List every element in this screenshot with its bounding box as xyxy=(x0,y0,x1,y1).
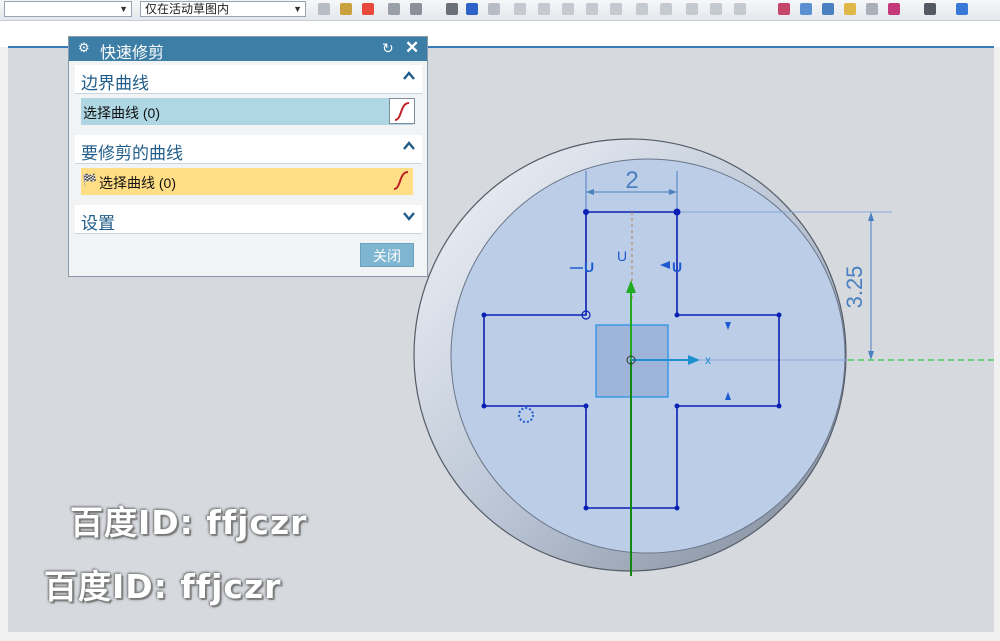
close-button[interactable]: 关闭 xyxy=(360,243,414,267)
curve-select-button[interactable] xyxy=(389,168,415,194)
dimension-arrow xyxy=(868,212,874,221)
curve-icon xyxy=(394,102,410,121)
dialog-title-bar[interactable]: ⚙ 快速修剪 ↻ ✕ xyxy=(69,37,427,62)
parallel-constraint-icon[interactable]: U xyxy=(584,259,594,275)
dimension-width-label[interactable]: 2 xyxy=(625,167,638,194)
watermark: 百度ID: ffjczr xyxy=(70,503,308,542)
select-curves-to-trim[interactable]: 🏁 选择曲线 (0) xyxy=(81,168,413,195)
chevron-up-icon[interactable] xyxy=(402,69,416,83)
section-boundary-curves[interactable]: 边界曲线 xyxy=(75,65,422,94)
section-title: 设置 xyxy=(81,214,115,233)
gear-icon: ⚙ xyxy=(78,40,90,55)
select-curve-label: 选择曲线 (0) xyxy=(99,175,176,191)
curve-icon xyxy=(393,171,409,190)
dialog-title: 快速修剪 xyxy=(100,45,165,62)
curve-select-button[interactable] xyxy=(389,98,415,124)
dimension-height-label[interactable]: 3.25 xyxy=(842,266,867,309)
section-title: 要修剪的曲线 xyxy=(81,144,183,163)
y-axis-label: U xyxy=(617,248,627,264)
reset-icon[interactable]: ↻ xyxy=(382,40,394,57)
section-settings[interactable]: 设置 xyxy=(75,205,422,234)
x-axis-label: x xyxy=(705,353,711,367)
select-boundary-curves[interactable]: 选择曲线 (0) xyxy=(81,98,415,125)
flag-icon: 🏁 xyxy=(82,173,97,187)
section-curves-to-trim[interactable]: 要修剪的曲线 xyxy=(75,135,422,164)
quick-trim-dialog: ⚙ 快速修剪 ↻ ✕ 边界曲线 选择曲线 (0) 要修剪的曲线 🏁 选择曲线 (… xyxy=(68,36,428,277)
select-curve-label: 选择曲线 (0) xyxy=(83,105,160,121)
watermark: 百度ID: ffjczr xyxy=(44,567,282,606)
chevron-up-icon[interactable] xyxy=(402,139,416,153)
close-icon[interactable]: ✕ xyxy=(405,38,419,58)
dimension-arrow xyxy=(868,351,874,360)
chevron-down-icon[interactable] xyxy=(402,209,416,223)
section-title: 边界曲线 xyxy=(81,74,149,93)
parallel-constraint-icon[interactable]: U xyxy=(672,259,682,275)
